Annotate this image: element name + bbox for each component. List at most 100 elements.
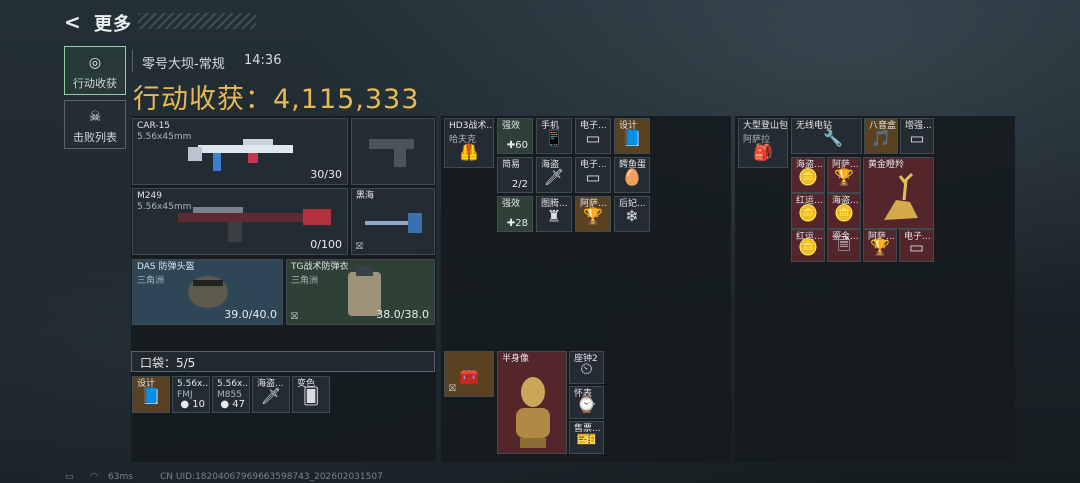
rig-item[interactable]: 强效 ✚28 [497, 196, 533, 232]
clock-icon: ⏲ [580, 359, 593, 379]
tab-action-loot[interactable]: ◎ 行动收获 [64, 46, 126, 95]
pocket-item[interactable]: 5.56x... FMJ ● 10 [172, 376, 210, 413]
rig-item[interactable]: 图腾... ♜ [536, 196, 572, 232]
helmet-durability: 39.0/40.0 [224, 308, 277, 321]
tab-defeated-list[interactable]: ☠ 击败列表 [64, 100, 126, 149]
ammo-count: 30/30 [310, 168, 342, 181]
backpack-item[interactable]: 增强... ▭ [900, 118, 934, 154]
rig-item[interactable]: 电子... ▭ [575, 118, 611, 154]
rig-item[interactable]: 设计 📘 [614, 118, 650, 154]
backpack-item[interactable]: 阿萨... 🏆 [863, 229, 897, 262]
pocket-item[interactable]: 海盗... 🗡 [252, 376, 290, 413]
backpack-name: 大型登山包 [743, 121, 788, 131]
safe-box-slot[interactable]: 🧰 ⛝ [444, 351, 494, 397]
rig-name: HD3战术... [449, 121, 494, 131]
cup-icon: 🏆 [834, 167, 854, 187]
backpack-slot[interactable]: 大型登山包 阿萨拉 🎒 [738, 118, 788, 168]
item-count: 2/2 [511, 179, 528, 190]
item-count: ✚60 [506, 140, 528, 151]
backpack-item[interactable]: 海盗... 🪙 [827, 193, 861, 229]
backpack-item[interactable]: 无线电钻 🔧 [791, 118, 862, 154]
count-value: 10 [192, 399, 205, 410]
uid-text: CN UID:18204067969663598743_202602031507 [160, 472, 383, 482]
pocket-watch-icon: ⌚ [576, 394, 597, 414]
rifle-icon [188, 139, 293, 171]
backpack-item[interactable]: 阿萨... 🏆 [827, 157, 861, 193]
sidearm-slot-empty[interactable] [351, 118, 435, 185]
backpack-item[interactable]: 红运... 🪙 [791, 229, 825, 262]
melee-name: 黑海 [356, 191, 375, 201]
coin-icon: 🪙 [834, 203, 854, 223]
safe-item[interactable]: 售票... 🎫 [569, 421, 604, 454]
backpack-item[interactable]: 电子... ▭ [899, 229, 934, 262]
weapon-ammo: 5.56x45mm [137, 132, 192, 142]
skull-icon: ☠ [88, 109, 102, 125]
item-name: 半身像 [502, 354, 530, 364]
rig-item[interactable]: 海盗 🗡 [536, 157, 572, 193]
count-value: 28 [515, 218, 528, 229]
divider [132, 50, 133, 72]
rig-item[interactable]: 强效 ✚60 [497, 118, 533, 154]
egg-icon: 🥚 [622, 167, 642, 187]
item-count: ● 47 [220, 399, 245, 410]
item-count: ✚28 [506, 218, 528, 229]
melee-slot[interactable]: 黑海 ⛝ [351, 188, 435, 255]
pocket-item[interactable]: 设计 📘 [132, 376, 170, 413]
coin-icon: 🪙 [798, 203, 818, 223]
secondary-weapon-slot[interactable]: M249 5.56x45mm 0/100 [132, 188, 348, 255]
safe-box-icon: 🧰 [459, 366, 479, 386]
rig-item[interactable]: 阿萨... 🏆 [575, 196, 611, 232]
item-name: 强效 [502, 199, 521, 209]
electronic-icon: ▭ [908, 237, 925, 257]
pocket-item[interactable]: 5.56x... M855 ● 47 [212, 376, 250, 413]
total-label: 行动收获： [133, 84, 273, 115]
raid-time: 14:36 [244, 53, 282, 68]
weapon-name: CAR-15 [137, 121, 171, 131]
backpack-item[interactable]: 海盗... 🪙 [791, 157, 825, 193]
drill-icon: 🔧 [823, 128, 844, 148]
helmet-origin: 三角洲 [137, 276, 165, 286]
safe-item[interactable]: 半身像 [497, 351, 567, 454]
primary-weapon-slot[interactable]: CAR-15 5.56x45mm 30/30 [132, 118, 348, 185]
rig-item[interactable]: 鳄鱼蛋 🥚 [614, 157, 650, 193]
unbound-icon: ⛝ [356, 242, 363, 252]
backpack-item[interactable]: 黄金瞪羚 [863, 157, 934, 229]
golden-gazelle-icon [884, 172, 918, 220]
ticket-icon: 🎫 [576, 429, 597, 449]
component-icon: ▭ [909, 128, 925, 148]
wifi-icon: ◠ [90, 472, 98, 482]
target-icon: ◎ [88, 55, 102, 71]
count-value: 60 [515, 140, 528, 151]
helmet-slot[interactable]: DAS 防弹头盔 三角洲 39.0/40.0 [132, 259, 283, 325]
tab-label: 击败列表 [73, 131, 117, 144]
card-icon: 🂠 [302, 386, 320, 406]
safe-item[interactable]: 座钟2 ⏲ [569, 351, 604, 384]
item-name: 简易 [502, 160, 521, 170]
title-decoration [138, 13, 256, 29]
jewel-icon: ❄ [625, 206, 639, 226]
total-number: 4,115,333 [273, 84, 420, 115]
rig-item[interactable]: 简易 2/2 [497, 157, 533, 193]
item-name: 黄金瞪羚 [868, 160, 905, 170]
blueprint-icon: 📘 [622, 128, 642, 148]
total-value: 行动收获：4,115,333 [133, 77, 419, 116]
cup-icon: 🏆 [583, 206, 603, 226]
back-icon[interactable]: < [64, 10, 81, 34]
bust-icon [516, 377, 550, 448]
backpack-item[interactable]: 八音盒 🎵 [864, 118, 898, 154]
item-name: 5.56x... [177, 379, 210, 389]
backpack-item[interactable]: 鎏金... 🗎 [827, 229, 861, 262]
rig-item[interactable]: 后妃... ❄ [614, 196, 650, 232]
safe-item[interactable]: 怀表 ⌚ [569, 386, 604, 419]
armor-slot[interactable]: TG战术防弹衣 三角洲 ⛝ 38.0/38.0 [286, 259, 435, 325]
document-icon: 🗎 [837, 234, 851, 254]
backpack-item[interactable]: 红运... 🪙 [791, 193, 825, 229]
coin-icon: 🪙 [798, 167, 818, 187]
rig-item[interactable]: 手机 📱 [536, 118, 572, 154]
rig-item[interactable]: 电子... ▭ [575, 157, 611, 193]
count-value: 47 [232, 399, 245, 410]
item-name: 5.56x... [217, 379, 250, 389]
tab-label: 行动收获 [73, 77, 117, 90]
chest-rig-slot[interactable]: HD3战术... 哈夫克 🦺 [444, 118, 494, 168]
pocket-item[interactable]: 变色 🂠 [292, 376, 330, 413]
